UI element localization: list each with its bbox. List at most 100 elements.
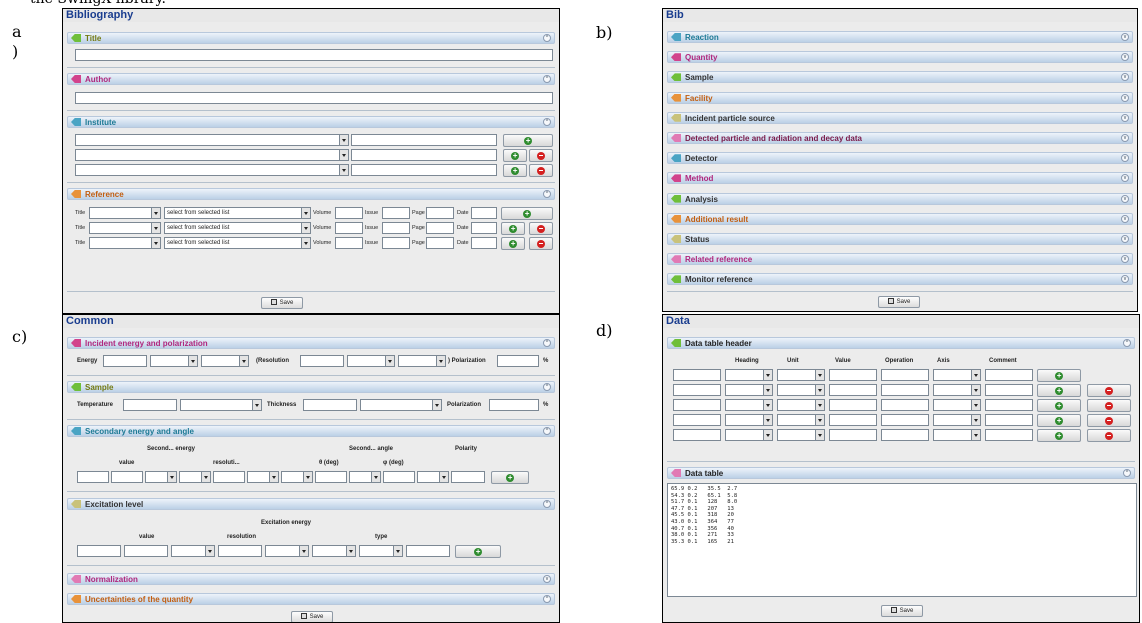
reference-title-select[interactable] bbox=[89, 237, 161, 249]
value-input[interactable] bbox=[829, 384, 877, 396]
collapse-icon[interactable]: ^ bbox=[1123, 339, 1131, 347]
expand-icon[interactable]: v bbox=[1121, 154, 1129, 163]
issue-input[interactable] bbox=[382, 237, 410, 249]
volume-input[interactable] bbox=[335, 207, 363, 219]
unit-select[interactable] bbox=[777, 414, 825, 426]
sec-value-input[interactable] bbox=[111, 471, 143, 483]
expand-icon[interactable]: v bbox=[1121, 255, 1129, 264]
expand-icon[interactable]: v bbox=[1121, 73, 1129, 82]
institute-input[interactable] bbox=[351, 164, 497, 176]
comment-input[interactable] bbox=[985, 384, 1033, 396]
section-header[interactable]: Reaction v bbox=[667, 31, 1133, 43]
theta-input[interactable] bbox=[315, 471, 347, 483]
add-button[interactable] bbox=[501, 207, 553, 220]
resolution-input[interactable] bbox=[300, 355, 344, 367]
institute-select[interactable] bbox=[75, 134, 349, 146]
remove-button[interactable] bbox=[1087, 384, 1131, 397]
expand-icon[interactable]: v bbox=[1121, 113, 1129, 122]
section-header[interactable]: Incident particle source v bbox=[667, 111, 1133, 124]
reference-list-select[interactable]: select from selected list bbox=[164, 237, 311, 249]
temperature-unit-select[interactable] bbox=[180, 399, 262, 411]
section-header[interactable]: Status v bbox=[667, 233, 1133, 245]
add-button[interactable] bbox=[501, 222, 525, 235]
add-button[interactable] bbox=[455, 545, 501, 558]
section-author-header[interactable]: Author ^ bbox=[67, 73, 555, 85]
operation-input[interactable] bbox=[881, 399, 929, 411]
energy-type-select[interactable] bbox=[201, 355, 249, 367]
remove-button[interactable] bbox=[1087, 414, 1131, 427]
exc-res-type-select[interactable] bbox=[312, 545, 356, 557]
resolution-unit-select[interactable] bbox=[347, 355, 395, 367]
theta-select[interactable] bbox=[349, 471, 381, 483]
collapse-icon[interactable]: ^ bbox=[543, 34, 551, 42]
value-input[interactable] bbox=[829, 414, 877, 426]
row-label-input[interactable] bbox=[673, 414, 721, 426]
heading-select[interactable] bbox=[725, 384, 773, 396]
axis-select[interactable] bbox=[933, 369, 981, 381]
reference-list-select[interactable]: select from selected list bbox=[164, 207, 311, 219]
section-data-header[interactable]: Data table header ^ bbox=[667, 337, 1135, 349]
section-data-table-header[interactable]: Data table ^ bbox=[667, 467, 1135, 479]
operation-input[interactable] bbox=[881, 414, 929, 426]
sec-unit-select[interactable] bbox=[145, 471, 177, 483]
thickness-unit-select[interactable] bbox=[360, 399, 442, 411]
expand-icon[interactable]: v bbox=[1121, 93, 1129, 102]
add-button[interactable] bbox=[1037, 369, 1081, 382]
resolution-type-select[interactable] bbox=[398, 355, 446, 367]
title-input[interactable] bbox=[75, 49, 553, 61]
page-input[interactable] bbox=[426, 237, 454, 249]
energy-unit-select[interactable] bbox=[150, 355, 198, 367]
section-reference-header[interactable]: Reference ^ bbox=[67, 188, 555, 200]
remove-button[interactable] bbox=[529, 222, 553, 235]
comment-input[interactable] bbox=[985, 414, 1033, 426]
section-header[interactable]: Additional result v bbox=[667, 212, 1133, 225]
row-label-input[interactable] bbox=[673, 399, 721, 411]
phi-select[interactable] bbox=[417, 471, 449, 483]
add-button[interactable] bbox=[503, 134, 553, 147]
comment-input[interactable] bbox=[985, 369, 1033, 381]
sec-res-type-select[interactable] bbox=[281, 471, 313, 483]
unit-select[interactable] bbox=[777, 399, 825, 411]
section-header[interactable]: Related reference v bbox=[667, 253, 1133, 266]
polarity-input[interactable] bbox=[451, 471, 485, 483]
collapse-icon[interactable]: ^ bbox=[543, 595, 551, 603]
institute-select[interactable] bbox=[75, 149, 349, 161]
exc-res-unit-select[interactable] bbox=[265, 545, 309, 557]
value-input[interactable] bbox=[829, 429, 877, 441]
author-input[interactable] bbox=[75, 92, 553, 104]
operation-input[interactable] bbox=[881, 429, 929, 441]
collapse-icon[interactable]: ^ bbox=[543, 383, 551, 391]
section-title-header[interactable]: Title ^ bbox=[67, 32, 555, 44]
sec-type-select[interactable] bbox=[179, 471, 211, 483]
value-input[interactable] bbox=[829, 369, 877, 381]
phi-input[interactable] bbox=[383, 471, 415, 483]
expand-icon[interactable]: v bbox=[1121, 214, 1129, 223]
expand-icon[interactable]: v bbox=[1121, 194, 1129, 203]
section-header[interactable]: Analysis v bbox=[667, 192, 1133, 205]
thickness-input[interactable] bbox=[303, 399, 357, 411]
page-input[interactable] bbox=[426, 222, 454, 234]
row-label-input[interactable] bbox=[673, 369, 721, 381]
section-header[interactable]: Monitor reference v bbox=[667, 273, 1133, 286]
issue-input[interactable] bbox=[382, 222, 410, 234]
exc-type-input[interactable] bbox=[406, 545, 450, 557]
polarization-input[interactable] bbox=[497, 355, 539, 367]
section-secondary-energy-header[interactable]: Secondary energy and angle ^ bbox=[67, 425, 555, 437]
temperature-input[interactable] bbox=[123, 399, 177, 411]
reference-title-select[interactable] bbox=[89, 207, 161, 219]
add-button[interactable] bbox=[491, 471, 529, 484]
unit-select[interactable] bbox=[777, 369, 825, 381]
institute-select[interactable] bbox=[75, 164, 349, 176]
axis-select[interactable] bbox=[933, 399, 981, 411]
reference-list-select[interactable]: select from selected list bbox=[164, 222, 311, 234]
operation-input[interactable] bbox=[881, 384, 929, 396]
section-header[interactable]: Detector v bbox=[667, 152, 1133, 165]
collapse-icon[interactable]: ^ bbox=[543, 75, 551, 83]
energy-input[interactable] bbox=[103, 355, 147, 367]
row-label-input[interactable] bbox=[673, 384, 721, 396]
add-button[interactable] bbox=[503, 149, 527, 162]
unit-select[interactable] bbox=[777, 384, 825, 396]
date-input[interactable] bbox=[471, 207, 497, 219]
section-incident-energy-header[interactable]: Incident energy and polarization ^ bbox=[67, 337, 555, 349]
reference-title-select[interactable] bbox=[89, 222, 161, 234]
